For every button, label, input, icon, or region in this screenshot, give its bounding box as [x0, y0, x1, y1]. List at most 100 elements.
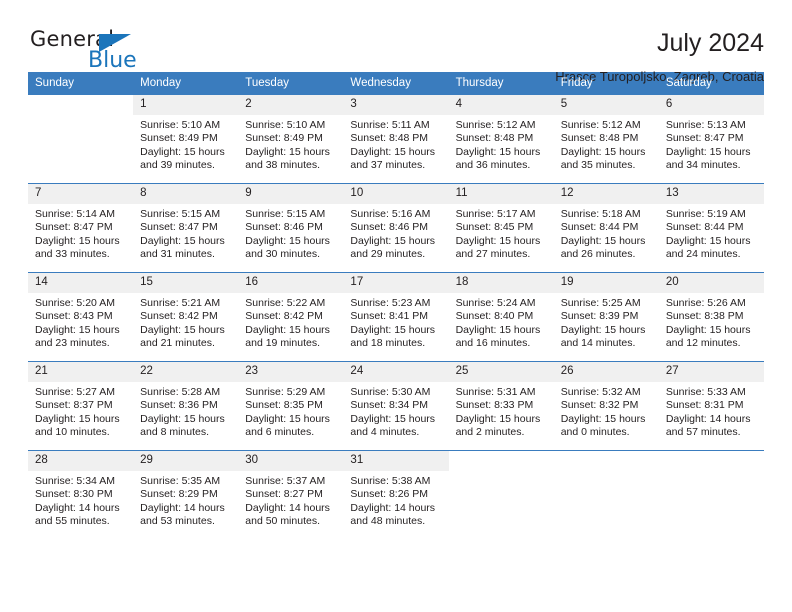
calendar-day-cell[interactable]: 28 Sunrise: 5:34 AM Sunset: 8:30 PM Dayligh… — [28, 450, 134, 540]
calendar-day-cell[interactable]: 27 Sunrise: 5:33 AM Sunset: 8:31 PM Dayligh… — [658, 361, 764, 451]
calendar-day-cell[interactable]: 2 Sunrise: 5:10 AM Sunset: 8:49 PM Daylight… — [238, 94, 344, 184]
daylight-text-line2: and 27 minutes. — [455, 248, 531, 261]
day-info: Sunrise: 5:23 AM Sunset: 8:41 PM Daylight:… — [343, 293, 448, 351]
sunrise-text: Sunrise: 5:11 AM — [350, 119, 430, 131]
daylight-text-line2: and 36 minutes. — [455, 159, 531, 172]
calendar-day-cell[interactable]: 23 Sunrise: 5:29 AM Sunset: 8:35 PM Dayligh… — [238, 361, 344, 451]
sunset-text: Sunset: 8:48 PM — [455, 132, 534, 145]
calendar-empty-cell — [553, 450, 659, 540]
weekday-header-wednesday: Wednesday — [343, 72, 449, 95]
daylight-text-line2: and 33 minutes. — [35, 248, 110, 261]
daylight-text-line2: and 48 minutes. — [350, 515, 426, 528]
sunset-text: Sunset: 8:48 PM — [350, 132, 429, 145]
day-info: Sunrise: 5:13 AM Sunset: 8:47 PM Daylight:… — [659, 115, 764, 173]
daylight-text-line1: Daylight: 14 hours — [140, 501, 225, 514]
sunrise-text: Sunrise: 5:22 AM — [245, 297, 326, 309]
sunrise-text: Sunrise: 5:18 AM — [560, 208, 641, 220]
calendar-day-cell[interactable]: 20 Sunrise: 5:26 AM Sunset: 8:38 PM Dayligh… — [658, 272, 764, 362]
daylight-text-line2: and 30 minutes. — [245, 248, 320, 261]
calendar-day-cell[interactable]: 30 Sunrise: 5:37 AM Sunset: 8:27 PM Dayligh… — [238, 450, 344, 540]
sunset-text: Sunset: 8:27 PM — [245, 488, 323, 501]
sunset-text: Sunset: 8:34 PM — [350, 399, 429, 412]
calendar-day-cell[interactable]: 17 Sunrise: 5:23 AM Sunset: 8:41 PM Dayligh… — [343, 272, 449, 362]
calendar-day-cell[interactable]: 19 Sunrise: 5:25 AM Sunset: 8:39 PM Dayligh… — [553, 272, 659, 362]
calendar-day-cell[interactable]: 8 Sunrise: 5:15 AM Sunset: 8:47 PM Daylight… — [133, 183, 239, 273]
sunrise-text: Sunrise: 5:12 AM — [455, 119, 536, 131]
day-info: Sunrise: 5:15 AM Sunset: 8:46 PM Daylight:… — [238, 204, 343, 262]
calendar-day-cell[interactable]: 25 Sunrise: 5:31 AM Sunset: 8:33 PM Dayligh… — [448, 361, 554, 451]
day-info: Sunrise: 5:21 AM Sunset: 8:42 PM Daylight:… — [133, 293, 238, 351]
sunrise-text: Sunrise: 5:30 AM — [350, 386, 431, 398]
sunset-text: Sunset: 8:36 PM — [140, 399, 218, 412]
calendar-day-cell[interactable]: 14 Sunrise: 5:20 AM Sunset: 8:43 PM Dayligh… — [28, 272, 134, 362]
day-info: Sunrise: 5:37 AM Sunset: 8:27 PM Daylight:… — [238, 471, 343, 529]
calendar-empty-cell — [448, 450, 554, 540]
calendar-day-cell[interactable]: 22 Sunrise: 5:28 AM Sunset: 8:36 PM Dayligh… — [133, 361, 239, 451]
day-info: Sunrise: 5:11 AM Sunset: 8:48 PM Daylight:… — [343, 115, 448, 173]
sunrise-text: Sunrise: 5:31 AM — [455, 386, 536, 398]
daylight-text-line1: Daylight: 15 hours — [455, 234, 541, 247]
daylight-text-line1: Daylight: 15 hours — [245, 145, 330, 158]
day-number: 6 — [658, 95, 764, 115]
weekday-header-tuesday: Tuesday — [238, 72, 344, 95]
calendar-day-cell[interactable]: 21 Sunrise: 5:27 AM Sunset: 8:37 PM Dayligh… — [28, 361, 134, 451]
calendar-day-cell[interactable]: 3 Sunrise: 5:11 AM Sunset: 8:48 PM Daylight… — [343, 94, 449, 184]
sunset-text: Sunset: 8:44 PM — [560, 221, 639, 234]
daylight-text-line2: and 35 minutes. — [560, 159, 636, 172]
calendar-day-cell[interactable]: 5 Sunrise: 5:12 AM Sunset: 8:48 PM Daylight… — [553, 94, 659, 184]
calendar-day-cell[interactable]: 15 Sunrise: 5:21 AM Sunset: 8:42 PM Dayligh… — [133, 272, 239, 362]
daylight-text-line2: and 38 minutes. — [245, 159, 320, 172]
daylight-text-line1: Daylight: 15 hours — [140, 412, 225, 425]
sunset-text: Sunset: 8:42 PM — [245, 310, 323, 323]
calendar-day-cell[interactable]: 26 Sunrise: 5:32 AM Sunset: 8:32 PM Dayligh… — [553, 361, 659, 451]
daylight-text-line1: Daylight: 15 hours — [665, 323, 751, 336]
sunset-text: Sunset: 8:46 PM — [245, 221, 323, 234]
sunrise-text: Sunrise: 5:20 AM — [35, 297, 115, 309]
day-info: Sunrise: 5:35 AM Sunset: 8:29 PM Daylight:… — [133, 471, 238, 529]
sunrise-text: Sunrise: 5:10 AM — [245, 119, 326, 131]
day-info: Sunrise: 5:19 AM Sunset: 8:44 PM Daylight:… — [659, 204, 764, 262]
day-info: Sunrise: 5:12 AM Sunset: 8:48 PM Daylight:… — [554, 115, 659, 173]
calendar-empty-cell — [658, 450, 764, 540]
day-number: 4 — [448, 95, 554, 115]
general-blue-logo[interactable]: General Blue — [28, 27, 153, 77]
sunrise-text: Sunrise: 5:17 AM — [455, 208, 536, 220]
calendar-day-cell[interactable]: 6 Sunrise: 5:13 AM Sunset: 8:47 PM Daylight… — [658, 94, 764, 184]
day-number: 21 — [28, 362, 134, 382]
calendar-day-cell[interactable]: 31 Sunrise: 5:38 AM Sunset: 8:26 PM Dayligh… — [343, 450, 449, 540]
day-number: 16 — [238, 273, 344, 293]
daylight-text-line1: Daylight: 15 hours — [455, 412, 541, 425]
calendar-day-cell[interactable]: 16 Sunrise: 5:22 AM Sunset: 8:42 PM Dayligh… — [238, 272, 344, 362]
daylight-text-line1: Daylight: 14 hours — [350, 501, 436, 514]
calendar-day-cell[interactable]: 7 Sunrise: 5:14 AM Sunset: 8:47 PM Daylight… — [28, 183, 134, 273]
calendar-day-cell[interactable]: 1 Sunrise: 5:10 AM Sunset: 8:49 PM Daylight… — [133, 94, 239, 184]
calendar-day-cell[interactable]: 29 Sunrise: 5:35 AM Sunset: 8:29 PM Dayligh… — [133, 450, 239, 540]
calendar-day-cell[interactable]: 13 Sunrise: 5:19 AM Sunset: 8:44 PM Dayligh… — [658, 183, 764, 273]
daylight-text-line1: Daylight: 15 hours — [140, 234, 225, 247]
sunrise-text: Sunrise: 5:28 AM — [140, 386, 221, 398]
calendar-day-cell[interactable]: 9 Sunrise: 5:15 AM Sunset: 8:46 PM Daylight… — [238, 183, 344, 273]
sunset-text: Sunset: 8:49 PM — [245, 132, 323, 145]
day-number — [448, 451, 554, 471]
calendar-day-cell[interactable]: 10 Sunrise: 5:16 AM Sunset: 8:46 PM Dayligh… — [343, 183, 449, 273]
sunrise-text: Sunrise: 5:16 AM — [350, 208, 431, 220]
day-number: 10 — [343, 184, 449, 204]
sunset-text: Sunset: 8:41 PM — [350, 310, 429, 323]
calendar-body: 1 Sunrise: 5:10 AM Sunset: 8:49 PM Daylight… — [28, 94, 764, 540]
daylight-text-line2: and 19 minutes. — [245, 337, 320, 350]
calendar-day-cell[interactable]: 24 Sunrise: 5:30 AM Sunset: 8:34 PM Dayligh… — [343, 361, 449, 451]
sunrise-text: Sunrise: 5:32 AM — [560, 386, 641, 398]
day-number: 5 — [553, 95, 659, 115]
calendar-day-cell[interactable]: 18 Sunrise: 5:24 AM Sunset: 8:40 PM Dayligh… — [448, 272, 554, 362]
sunrise-text: Sunrise: 5:10 AM — [140, 119, 221, 131]
day-number: 1 — [133, 95, 239, 115]
calendar-day-cell[interactable]: 4 Sunrise: 5:12 AM Sunset: 8:48 PM Daylight… — [448, 94, 554, 184]
day-info: Sunrise: 5:38 AM Sunset: 8:26 PM Daylight:… — [343, 471, 448, 529]
daylight-text-line2: and 23 minutes. — [35, 337, 110, 350]
calendar-day-cell[interactable]: 11 Sunrise: 5:17 AM Sunset: 8:45 PM Dayligh… — [448, 183, 554, 273]
day-number: 7 — [28, 184, 134, 204]
daylight-text-line1: Daylight: 15 hours — [140, 145, 225, 158]
day-info: Sunrise: 5:30 AM Sunset: 8:34 PM Daylight:… — [343, 382, 448, 440]
sunrise-text: Sunrise: 5:13 AM — [665, 119, 746, 131]
calendar-day-cell[interactable]: 12 Sunrise: 5:18 AM Sunset: 8:44 PM Dayligh… — [553, 183, 659, 273]
